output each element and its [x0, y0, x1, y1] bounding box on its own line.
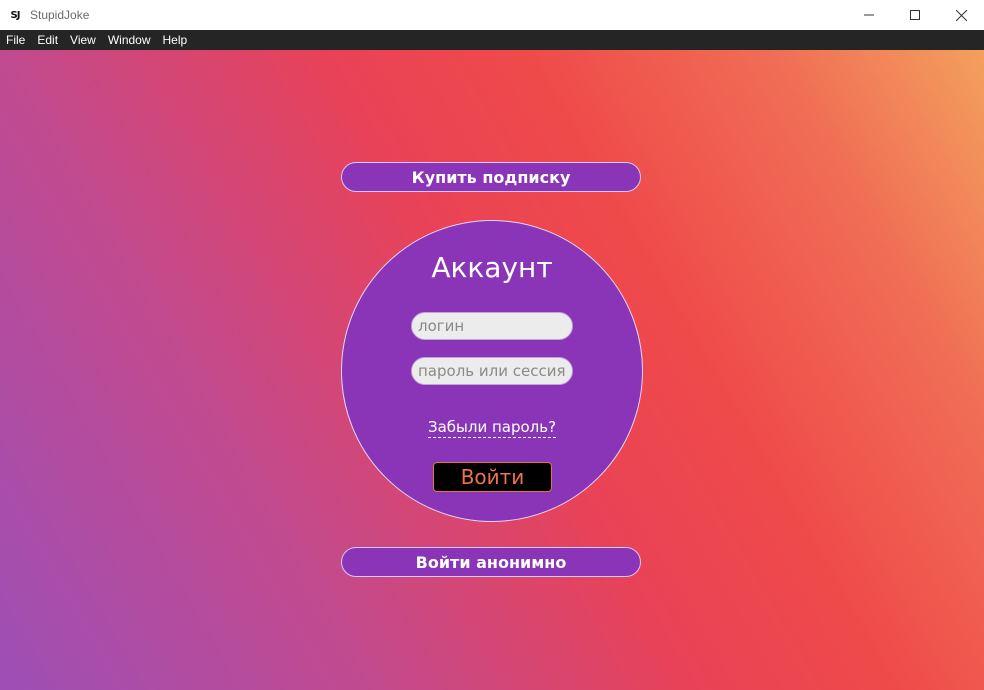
- menu-view[interactable]: View: [64, 30, 102, 50]
- app-window: SJ StupidJoke File Edit View Window Help…: [0, 0, 984, 690]
- minimize-button[interactable]: [846, 0, 892, 30]
- buy-subscription-button[interactable]: Купить подписку: [341, 162, 641, 192]
- maximize-button[interactable]: [892, 0, 938, 30]
- maximize-icon: [910, 10, 920, 20]
- login-input[interactable]: [411, 312, 573, 340]
- close-icon: [955, 9, 967, 21]
- login-button[interactable]: Войти: [433, 462, 552, 492]
- menu-bar: File Edit View Window Help: [0, 30, 984, 50]
- password-input[interactable]: [411, 357, 573, 385]
- account-title: Аккаунт: [431, 251, 553, 284]
- menu-file[interactable]: File: [0, 30, 31, 50]
- main-content: Купить подписку Аккаунт Забыли пароль? В…: [0, 50, 984, 690]
- forgot-password-container: Забыли пароль?: [342, 417, 642, 438]
- anonymous-login-button[interactable]: Войти анонимно: [341, 547, 641, 577]
- window-controls: [846, 0, 984, 30]
- account-panel: Аккаунт Забыли пароль? Войти: [341, 220, 643, 522]
- menu-help[interactable]: Help: [157, 30, 194, 50]
- menu-window[interactable]: Window: [102, 30, 157, 50]
- menu-edit[interactable]: Edit: [31, 30, 64, 50]
- title-bar[interactable]: SJ StupidJoke: [0, 0, 984, 30]
- minimize-icon: [864, 14, 874, 16]
- app-logo: SJ: [10, 9, 21, 21]
- window-title: StupidJoke: [30, 8, 90, 22]
- forgot-password-link[interactable]: Забыли пароль?: [427, 418, 557, 438]
- close-button[interactable]: [938, 0, 984, 30]
